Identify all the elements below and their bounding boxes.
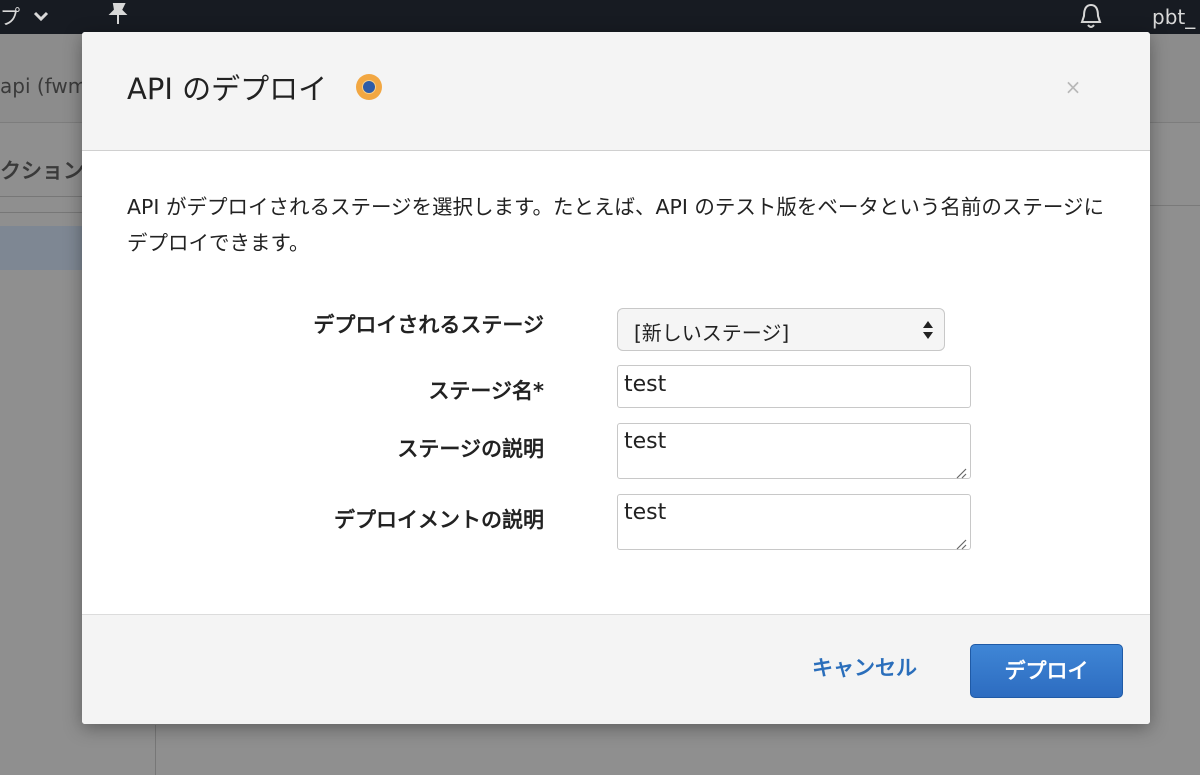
divider — [1150, 205, 1200, 206]
stage-select-label: デプロイされるステージ — [313, 313, 544, 337]
background-actions-button[interactable]: クション — [0, 155, 84, 185]
stage-name-input[interactable]: test — [617, 365, 971, 408]
stage-name-value: test — [624, 372, 667, 397]
divider — [0, 196, 82, 197]
dialog-title: API のデプロイ — [127, 72, 328, 106]
select-arrows-icon — [922, 319, 934, 341]
info-icon[interactable] — [356, 74, 382, 100]
stage-description-textarea[interactable]: test — [617, 423, 971, 479]
divider — [155, 725, 156, 775]
background-api-title: api (fwm — [0, 74, 88, 98]
background-selected-item[interactable] — [0, 226, 82, 270]
deploy-button[interactable]: デプロイ — [970, 644, 1123, 698]
dialog-description: API がデプロイされるステージを選択します。たとえば、API のテスト版をベー… — [127, 195, 1105, 255]
stage-select-value: [新しいステージ] — [634, 321, 790, 345]
dialog-header: API のデプロイ × — [82, 32, 1150, 151]
resize-handle-icon[interactable] — [956, 535, 967, 550]
stage-name-label: ステージ名* — [428, 379, 544, 403]
top-navigation-bar: プ pbt_ — [0, 0, 1200, 34]
user-menu[interactable]: pbt_ — [1152, 0, 1195, 34]
stage-description-value: test — [624, 429, 667, 454]
deploy-api-dialog: API のデプロイ × API がデプロイされるステージを選択します。たとえば、… — [82, 32, 1150, 724]
stage-select[interactable]: [新しいステージ] — [617, 308, 945, 351]
deployment-description-textarea[interactable]: test — [617, 494, 971, 550]
deployment-description-label: デプロイメントの説明 — [334, 508, 544, 532]
stage-description-label: ステージの説明 — [397, 437, 544, 461]
resize-handle-icon[interactable] — [956, 464, 967, 479]
dialog-footer: キャンセル デプロイ — [82, 614, 1150, 724]
divider — [0, 212, 82, 213]
cancel-button[interactable]: キャンセル — [812, 652, 917, 682]
nav-partial-item[interactable]: プ — [0, 0, 20, 34]
close-button[interactable]: × — [1062, 76, 1084, 98]
deployment-description-value: test — [624, 500, 667, 525]
